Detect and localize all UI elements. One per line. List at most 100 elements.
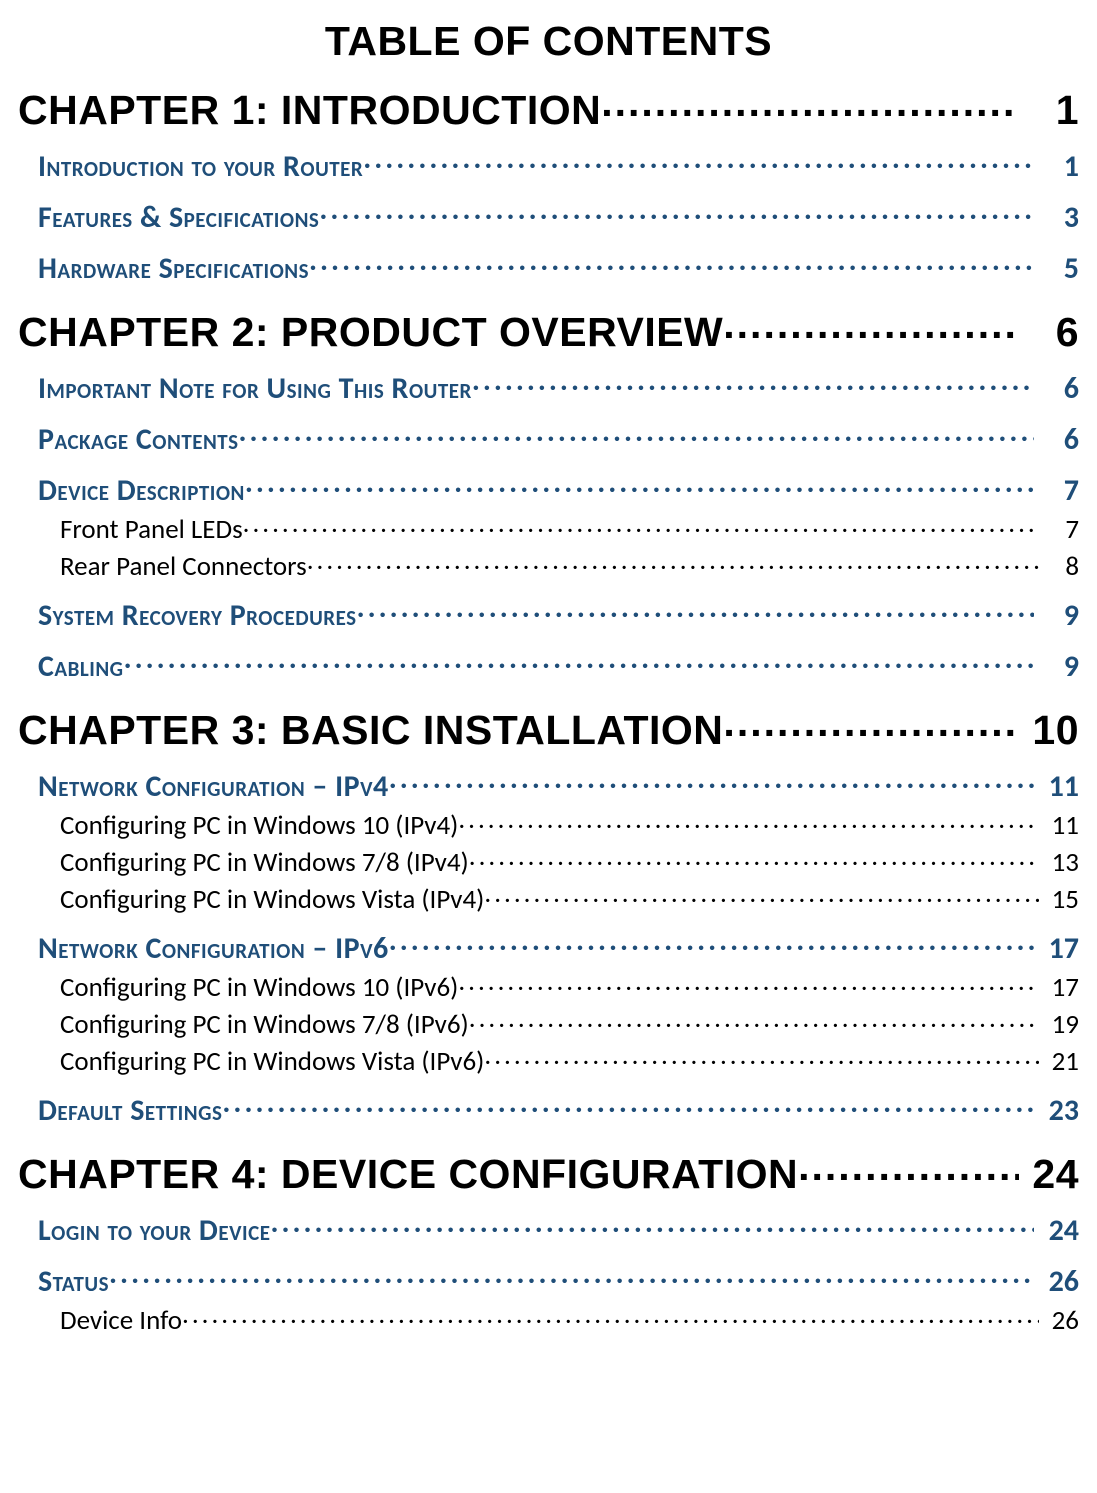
toc-section[interactable]: Status 26 (18, 1263, 1079, 1300)
toc-section-link[interactable]: Device Description7 (38, 472, 1079, 509)
toc-page-number: 8 (1039, 550, 1079, 583)
toc-subsection-link[interactable]: Rear Panel Connectors 8 (60, 550, 1079, 583)
toc-subsection[interactable]: Rear Panel Connectors 8 (18, 550, 1079, 583)
toc-subsection[interactable]: Configuring PC in Windows 7/8 (IPv4) 13 (18, 846, 1079, 879)
toc-page-number: 6 (1034, 421, 1079, 458)
toc-subsection[interactable]: Front Panel LEDs7 (18, 513, 1079, 546)
dot-leader (484, 1045, 1039, 1072)
dot-leader (319, 199, 1034, 229)
toc-section-link[interactable]: System Recovery Procedures9 (38, 597, 1079, 634)
toc-section[interactable]: System Recovery Procedures9 (18, 597, 1079, 634)
toc-section-link[interactable]: Package Contents6 (38, 421, 1079, 458)
toc-subsection-link[interactable]: Device Info26 (60, 1304, 1079, 1337)
toc-entry-label: Important Note for Using This Router (38, 370, 472, 407)
toc-subsection[interactable]: Configuring PC in Windows 10 (IPv6)17 (18, 971, 1079, 1004)
toc-page-number: 1 (1019, 87, 1079, 134)
toc-page-number: 26 (1039, 1304, 1079, 1337)
toc-page-number: 9 (1034, 648, 1079, 685)
toc-subsection[interactable]: Configuring PC in Windows 7/8 (IPv6)19 (18, 1008, 1079, 1041)
toc-subsection-link[interactable]: Configuring PC in Windows 10 (IPv4)11 (60, 809, 1079, 842)
dot-leader (243, 513, 1039, 540)
toc-section[interactable]: Default Settings23 (18, 1092, 1079, 1129)
toc-section[interactable]: Features & Specifications 3 (18, 199, 1079, 236)
toc-page-number: 10 (1019, 707, 1079, 754)
toc-subsection-link[interactable]: Configuring PC in Windows 7/8 (IPv6)19 (60, 1008, 1079, 1041)
toc-entry-label: Network Configuration – IPv4 (38, 768, 389, 805)
toc-page-number: 21 (1039, 1045, 1079, 1078)
toc-subsection-link[interactable]: Configuring PC in Windows 10 (IPv6)17 (60, 971, 1079, 1004)
toc-entry-label: Hardware Specifications (38, 250, 309, 287)
toc-page-number: 23 (1034, 1092, 1079, 1129)
toc-section-link[interactable]: Status 26 (38, 1263, 1079, 1300)
toc-entry-label: Status (38, 1263, 109, 1300)
toc-chapter[interactable]: CHAPTER 2: PRODUCT OVERVIEW6 (18, 309, 1079, 356)
toc-page-number: 26 (1034, 1263, 1079, 1300)
toc-entry-label: Configuring PC in Windows 10 (IPv6) (60, 971, 458, 1004)
toc-subsection[interactable]: Configuring PC in Windows Vista (IPv4)15 (18, 883, 1079, 916)
toc-subsection[interactable]: Configuring PC in Windows Vista (IPv6)21 (18, 1045, 1079, 1078)
toc-subsection-link[interactable]: Configuring PC in Windows 7/8 (IPv4) 13 (60, 846, 1079, 879)
toc-subsection[interactable]: Configuring PC in Windows 10 (IPv4)11 (18, 809, 1079, 842)
toc-subsection[interactable]: Device Info26 (18, 1304, 1079, 1337)
toc-entry-label: Features & Specifications (38, 199, 319, 236)
toc-entry-label: Configuring PC in Windows 7/8 (IPv4) (60, 846, 469, 879)
toc-section-link[interactable]: Features & Specifications 3 (38, 199, 1079, 236)
toc-chapter[interactable]: CHAPTER 1: INTRODUCTION 1 (18, 87, 1079, 134)
toc-subsection-link[interactable]: Configuring PC in Windows Vista (IPv4)15 (60, 883, 1079, 916)
dot-leader (458, 809, 1039, 836)
toc-page-number: 15 (1039, 883, 1079, 916)
toc-chapter[interactable]: CHAPTER 3: BASIC INSTALLATION10 (18, 707, 1079, 754)
toc-section-link[interactable]: Important Note for Using This Router6 (38, 370, 1079, 407)
toc-section[interactable]: Login to your Device24 (18, 1212, 1079, 1249)
dot-leader (270, 1212, 1034, 1242)
toc-page-number: 24 (1034, 1212, 1079, 1249)
toc-section-link[interactable]: Hardware Specifications5 (38, 250, 1079, 287)
toc-section[interactable]: Cabling 9 (18, 648, 1079, 685)
toc-entry-label: CHAPTER 4: DEVICE CONFIGURATION (18, 1151, 798, 1198)
toc-page-number: 7 (1034, 472, 1079, 509)
dot-leader (222, 1092, 1034, 1122)
toc-page-number: 11 (1034, 768, 1079, 805)
toc-chapter-link[interactable]: CHAPTER 4: DEVICE CONFIGURATION 24 (18, 1151, 1079, 1198)
toc-entry-label: Rear Panel Connectors (60, 550, 307, 583)
toc-chapter-link[interactable]: CHAPTER 1: INTRODUCTION 1 (18, 87, 1079, 134)
toc-section[interactable]: Network Configuration – IPv4 11 (18, 768, 1079, 805)
dot-leader (723, 309, 1019, 350)
dot-leader (469, 846, 1039, 873)
toc-entry-label: CHAPTER 1: INTRODUCTION (18, 87, 601, 134)
dot-leader (601, 87, 1019, 128)
toc-chapter-link[interactable]: CHAPTER 3: BASIC INSTALLATION10 (18, 707, 1079, 754)
toc-section-link[interactable]: Login to your Device24 (38, 1212, 1079, 1249)
toc-entry-label: Introduction to your Router (38, 148, 363, 185)
toc-section-link[interactable]: Network Configuration – IPv617 (38, 930, 1079, 967)
toc-section[interactable]: Package Contents6 (18, 421, 1079, 458)
toc-page-number: 7 (1039, 513, 1079, 546)
toc-page-number: 1 (1034, 148, 1079, 185)
toc-chapter-link[interactable]: CHAPTER 2: PRODUCT OVERVIEW6 (18, 309, 1079, 356)
toc-section-link[interactable]: Cabling 9 (38, 648, 1079, 685)
dot-leader (124, 648, 1034, 678)
toc-page-number: 13 (1039, 846, 1079, 879)
dot-leader (182, 1304, 1039, 1331)
toc-section[interactable]: Device Description7 (18, 472, 1079, 509)
toc-section[interactable]: Introduction to your Router 1 (18, 148, 1079, 185)
toc-section[interactable]: Network Configuration – IPv617 (18, 930, 1079, 967)
dot-leader (723, 707, 1019, 748)
toc-entry-label: CHAPTER 2: PRODUCT OVERVIEW (18, 309, 723, 356)
dot-leader (363, 148, 1034, 178)
toc-page-number: 24 (1019, 1151, 1079, 1198)
toc-page-number: 3 (1034, 199, 1079, 236)
toc-section-link[interactable]: Network Configuration – IPv4 11 (38, 768, 1079, 805)
toc-page-number: 17 (1034, 930, 1079, 967)
toc-subsection-link[interactable]: Front Panel LEDs7 (60, 513, 1079, 546)
dot-leader (484, 883, 1039, 910)
toc-section[interactable]: Hardware Specifications5 (18, 250, 1079, 287)
toc-section-link[interactable]: Introduction to your Router 1 (38, 148, 1079, 185)
dot-leader (458, 971, 1039, 998)
toc-chapter[interactable]: CHAPTER 4: DEVICE CONFIGURATION 24 (18, 1151, 1079, 1198)
toc-section-link[interactable]: Default Settings23 (38, 1092, 1079, 1129)
toc-page-number: 19 (1039, 1008, 1079, 1041)
toc-section[interactable]: Important Note for Using This Router6 (18, 370, 1079, 407)
toc-subsection-link[interactable]: Configuring PC in Windows Vista (IPv6)21 (60, 1045, 1079, 1078)
toc-entry-label: Cabling (38, 648, 124, 685)
